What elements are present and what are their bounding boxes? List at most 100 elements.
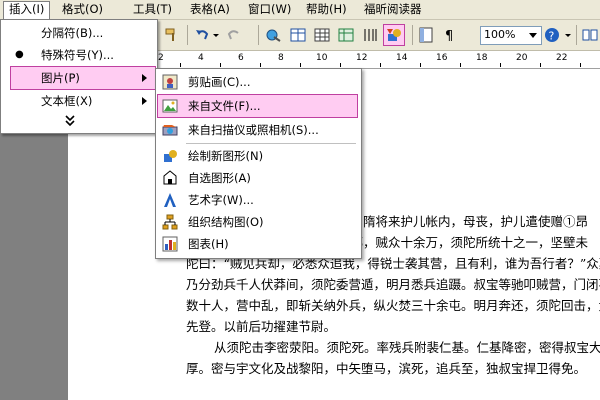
- document-line: 下邳，贼众十余万，须陀所统十之一，坚壁未: [338, 235, 589, 250]
- submenu-item-autoshapes[interactable]: 自选图形(A): [158, 167, 357, 189]
- clipart-icon: [162, 74, 178, 90]
- menu-item-label: 艺术字(W)...: [188, 193, 254, 207]
- menu-item-label: 来自扫描仪或照相机(S)...: [188, 123, 319, 137]
- from-file-icon: [162, 98, 178, 114]
- menu-item-label: 分隔符(B)...: [41, 26, 104, 40]
- ruler-number: 2: [158, 53, 164, 63]
- menu-item-label: 绘制新图形(N): [188, 149, 264, 163]
- menu-item-text-box[interactable]: 文本框(X): [11, 90, 155, 112]
- menu-help[interactable]: 帮助(H): [306, 2, 347, 17]
- expand-menu-icon[interactable]: [63, 114, 77, 128]
- standard-toolbar: ¶ 100% ?: [150, 20, 600, 51]
- ruler-tick: [540, 63, 541, 67]
- columns-icon[interactable]: [362, 27, 378, 43]
- toolbar-separator: [187, 25, 188, 45]
- insert-menu: 分隔符(B)... ● 特殊符号(Y)... 图片(P) 文本框(X): [0, 19, 158, 134]
- ruler-number: 4: [198, 53, 204, 63]
- document-line: 数十人，营中乱，即斩关纳外兵，纵火焚三十余屯。明月奔还，须陀回击，大破: [186, 298, 600, 313]
- menu-item-picture[interactable]: 图片(P): [10, 66, 156, 90]
- ruler-number: 14: [396, 53, 408, 63]
- drawing-icon[interactable]: [383, 24, 405, 46]
- ruler-tick: [500, 63, 501, 67]
- ruler-tick: [380, 63, 381, 67]
- ruler-tick: [260, 63, 261, 67]
- ruler-number: 6: [238, 53, 244, 63]
- menu-item-label: 特殊符号(Y)...: [41, 48, 114, 62]
- svg-text:?: ?: [549, 30, 555, 43]
- help-dropdown-icon[interactable]: [564, 27, 572, 43]
- menu-item-label: 文本框(X): [41, 94, 93, 108]
- submenu-item-org-chart[interactable]: 组织结构图(O): [158, 211, 357, 233]
- menu-foxit-reader[interactable]: 福昕阅读器: [364, 2, 422, 17]
- picture-submenu: 剪贴画(C)... 来自文件(F)... 来自扫描仪或照相机(S)... 绘制新…: [155, 68, 362, 259]
- ruler-number: 22: [556, 53, 568, 63]
- menu-separator: [186, 143, 356, 144]
- ruler-number: 10: [316, 53, 328, 63]
- menu-bar: 插入(I) 格式(O) 工具(T) 表格(A) 窗口(W) 帮助(H) 福昕阅读…: [0, 0, 600, 20]
- menu-format[interactable]: 格式(O): [62, 2, 103, 17]
- menu-item-label: 图片(P): [41, 71, 80, 85]
- menu-item-break[interactable]: 分隔符(B)...: [1, 22, 155, 44]
- chart-icon: [162, 236, 178, 252]
- document-line: 先登。以前后功擢建节尉。: [186, 319, 337, 334]
- new-drawing-icon: [162, 148, 178, 164]
- read-mode-icon[interactable]: [582, 27, 598, 43]
- ruler-tick: [420, 63, 421, 67]
- submenu-item-wordart[interactable]: 艺术字(W)...: [158, 189, 357, 211]
- wordart-icon: [162, 192, 178, 208]
- menu-item-label: 来自文件(F)...: [188, 99, 261, 113]
- menu-item-label: 图表(H): [188, 237, 229, 251]
- format-painter-icon[interactable]: [164, 27, 180, 43]
- submenu-item-from-file[interactable]: 来自文件(F)...: [157, 94, 358, 118]
- document-map-icon[interactable]: [418, 27, 434, 43]
- org-chart-icon: [162, 214, 178, 230]
- bullet-icon: ●: [15, 49, 24, 60]
- document-line: 厚。密与宇文化及战黎阳，中矢堕马，滨死，追兵至，独叔宝捍卫得免。: [186, 361, 587, 376]
- chevron-down-icon: [529, 33, 537, 38]
- submenu-item-new-drawing[interactable]: 绘制新图形(N): [158, 145, 357, 167]
- submenu-item-chart[interactable]: 图表(H): [158, 233, 357, 255]
- zoom-value: 100%: [484, 28, 516, 41]
- submenu-item-scanner-camera[interactable]: 来自扫描仪或照相机(S)...: [158, 119, 357, 141]
- redo-icon[interactable]: [226, 27, 242, 43]
- toolbar-separator: [258, 25, 259, 45]
- menu-item-label: 自选图形(A): [188, 171, 251, 185]
- zoom-select[interactable]: 100%: [480, 26, 542, 45]
- hyperlink-icon[interactable]: [266, 27, 282, 43]
- ruler-tick: [340, 63, 341, 67]
- ruler-tick: [180, 63, 181, 67]
- ruler-number: 12: [356, 53, 368, 63]
- autoshapes-icon: [162, 170, 178, 186]
- menu-insert[interactable]: 插入(I): [3, 1, 51, 20]
- menu-item-special-symbol[interactable]: ● 特殊符号(Y)...: [1, 44, 155, 66]
- show-hide-icon[interactable]: ¶: [442, 27, 458, 44]
- menu-window[interactable]: 窗口(W): [248, 2, 291, 17]
- scanner-camera-icon: [162, 122, 178, 138]
- undo-dropdown-icon[interactable]: [212, 27, 220, 43]
- tables-borders-icon[interactable]: [290, 27, 306, 43]
- menu-item-label: 组织结构图(O): [188, 215, 264, 229]
- help-icon[interactable]: ?: [544, 27, 560, 43]
- submenu-arrow-icon: [142, 97, 147, 105]
- document-line: 从须陀击李密荥阳。须陀死。率残兵附裴仁基。仁基降密，密得叔宝大喜: [214, 340, 600, 355]
- svg-text:¶: ¶: [445, 29, 453, 43]
- undo-icon[interactable]: [194, 27, 210, 43]
- document-line: 始为隋将来护儿帐内，母丧，护儿遣使赠①昂: [338, 214, 589, 229]
- insert-table-icon[interactable]: [314, 27, 330, 43]
- submenu-arrow-icon: [142, 74, 147, 82]
- insert-excel-icon[interactable]: [338, 27, 354, 43]
- ruler-tick: [460, 63, 461, 67]
- submenu-item-clipart[interactable]: 剪贴画(C)...: [158, 71, 357, 93]
- toolbar-separator: [576, 25, 577, 45]
- ruler-tick: [300, 63, 301, 67]
- toolbar-separator: [412, 25, 413, 45]
- ruler-tick: [220, 63, 221, 67]
- menu-tools[interactable]: 工具(T): [133, 2, 172, 17]
- menu-table[interactable]: 表格(A): [190, 2, 230, 17]
- horizontal-ruler: 2 4 6 8 10 12 14 16 18 20 22: [150, 51, 600, 69]
- ruler-number: 16: [436, 53, 448, 63]
- document-line: 乃分劲兵千人伏莽间，须陀委营遁，明月悉兵追蹑。叔宝等驰叩贼营，门闭不得: [186, 277, 600, 292]
- menu-item-label: 剪贴画(C)...: [188, 75, 251, 89]
- ruler-number: 18: [476, 53, 488, 63]
- ruler-number: 8: [278, 53, 284, 63]
